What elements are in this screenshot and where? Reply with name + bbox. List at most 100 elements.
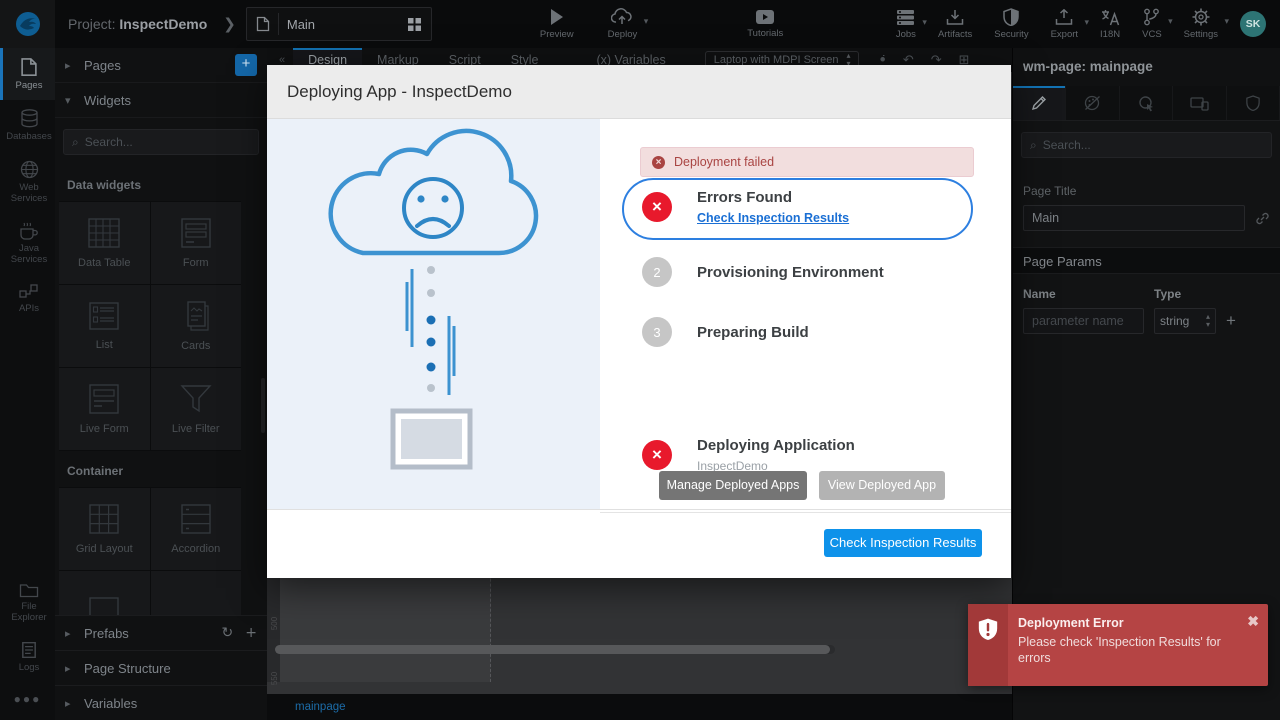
page-params-section-header: Page Params [1013,247,1280,274]
widget-grid-layout[interactable]: Grid Layout [59,488,150,570]
tab-security[interactable] [1227,86,1280,120]
widgets-section-header[interactable]: ▾ Widgets [55,83,267,118]
page-title-input[interactable] [1023,205,1245,231]
tool-label: Settings [1184,29,1218,40]
widget-live-filter[interactable]: Live Filter [151,368,242,450]
scrollbar-thumb[interactable] [275,645,830,654]
shield-icon [1003,8,1019,26]
rail-item-databases[interactable]: Databases [0,100,55,151]
chevron-down-icon[interactable]: ▾ [922,18,927,28]
section-title: Page Structure [84,661,257,676]
more-options-icon[interactable]: ●●● [0,682,55,720]
deploy-button[interactable]: Deploy ▾ [608,8,638,40]
toast-close-icon[interactable]: ✖ [1247,613,1259,630]
pages-grid-icon[interactable] [407,17,422,32]
step-title: Provisioning Environment [697,264,884,281]
select-arrows-icon: ▴▾ [1206,313,1210,329]
selected-widget-header: wm-page: mainpage [1013,48,1280,86]
tutorials-button[interactable]: Tutorials [747,9,783,39]
check-inspection-results-button[interactable]: Check Inspection Results [824,529,982,557]
rail-item-web-services[interactable]: Web Services [0,151,55,213]
horizontal-scrollbar[interactable] [275,645,835,654]
live-form-icon [89,384,119,414]
shield-outline-icon [1246,95,1260,111]
chevron-down-icon[interactable]: ▾ [1168,17,1173,27]
widget-cards[interactable]: Cards [151,285,242,367]
rail-item-pages[interactable]: Pages [0,48,55,100]
tab-devices[interactable] [1173,86,1226,120]
rail-label: Logs [19,663,40,674]
panel-scrollbar[interactable] [261,378,265,433]
rail-item-apis[interactable]: APIs [0,274,55,323]
tab-events[interactable] [1120,86,1173,120]
bind-link-icon[interactable] [1255,211,1270,226]
divider [278,13,279,35]
manage-deployed-apps-button[interactable]: Manage Deployed Apps [659,471,807,500]
tab-properties[interactable] [1013,86,1066,120]
page-structure-section-header[interactable]: ▸ Page Structure [55,650,267,685]
step-errors-found[interactable]: × Errors Found Check Inspection Results [642,189,995,225]
widget-list[interactable]: List [59,285,150,367]
jobs-button[interactable]: Jobs ▾ [896,9,916,40]
chevron-down-icon[interactable]: ▾ [1224,17,1229,27]
page-selector[interactable]: Main [246,7,432,41]
rail-label: APIs [19,304,39,315]
user-avatar[interactable]: SK [1240,11,1266,37]
chevron-down-icon[interactable]: ▾ [1085,18,1090,28]
chevron-down-icon[interactable]: ▾ [644,17,649,27]
project-breadcrumb: Project: InspectDemo [68,16,207,32]
search-icon: ⌕ [1030,138,1037,153]
upload-tray-icon [1055,9,1073,26]
cursor-click-icon [1138,95,1155,112]
wavemaker-studio: Project: InspectDemo ❯ Main Preview [0,0,1280,720]
search-icon: ⌕ [72,135,79,150]
rail-item-java-services[interactable]: Java Services [0,213,55,274]
name-column-header: Name [1023,287,1154,301]
settings-button[interactable]: Settings ▾ [1184,8,1218,40]
widget-form[interactable]: Form [151,202,242,284]
preview-button[interactable]: Preview [540,8,574,40]
add-param-button[interactable]: + [1226,311,1236,331]
param-type-select[interactable]: string ▴▾ [1154,308,1216,334]
vcs-button[interactable]: VCS ▾ [1142,8,1162,40]
app-logo[interactable] [0,0,55,48]
widget-label: Accordion [171,543,220,555]
widget-search-input[interactable] [85,135,250,149]
rail-label: Java Services [3,244,55,266]
error-circle-icon: × [652,156,665,169]
security-button[interactable]: Security [994,8,1028,40]
type-column-header: Type [1154,287,1181,301]
caret-down-icon: ▾ [65,94,75,107]
step-error-icon: × [642,192,672,222]
widgets-panel: ▸ Pages + ▾ Widgets ⌕ Data widgets Data … [55,48,267,720]
video-icon [755,9,775,25]
wavemaker-logo-icon [14,10,42,38]
caret-right-icon: ▸ [65,59,75,72]
widget-live-form[interactable]: Live Form [59,368,150,450]
artifacts-button[interactable]: Artifacts [938,9,972,40]
add-page-button[interactable]: + [235,54,257,76]
param-name-input[interactable] [1023,308,1144,334]
live-filter-icon [180,384,212,414]
caret-right-icon: ▸ [65,697,75,710]
rail-item-file-explorer[interactable]: File Explorer [0,573,55,632]
active-page-status[interactable]: mainpage [295,701,346,713]
view-deployed-app-button[interactable]: View Deployed App [819,471,945,500]
gear-icon [1192,8,1210,26]
tab-styles[interactable] [1066,86,1119,120]
refresh-icon[interactable]: ↻ [222,625,234,641]
property-search-input[interactable] [1043,138,1263,152]
page-doc-icon [256,16,270,32]
prefabs-section-header[interactable]: ▸ Prefabs ↻ + [55,615,267,650]
pages-section-header[interactable]: ▸ Pages + [55,48,267,83]
i18n-button[interactable]: I18N [1100,9,1120,40]
widget-accordion[interactable]: Accordion [151,488,242,570]
add-prefab-icon[interactable]: + [245,625,257,641]
variables-section-header[interactable]: ▸ Variables [55,685,267,720]
group-title-data-widgets: Data widgets [55,165,267,201]
widget-data-table[interactable]: Data Table [59,202,150,284]
widget-label: Live Form [80,423,129,435]
export-button[interactable]: Export ▾ [1051,9,1078,40]
rail-item-logs[interactable]: Logs [0,632,55,682]
check-inspection-results-link[interactable]: Check Inspection Results [697,211,849,225]
